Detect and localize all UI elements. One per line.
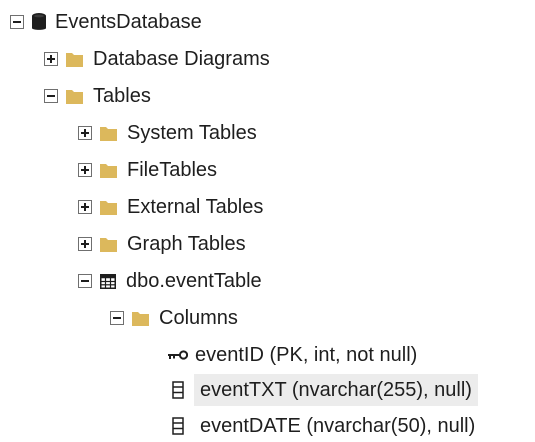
expand-toggle-database-diagrams[interactable]	[44, 52, 58, 66]
expand-toggle-system-tables[interactable]	[78, 126, 92, 140]
collapse-toggle-tables[interactable]	[44, 89, 58, 103]
tree-node-label: Database Diagrams	[93, 48, 270, 70]
tree-node-label: External Tables	[127, 196, 264, 218]
tree-node-database-diagrams[interactable]: Database Diagrams	[44, 43, 270, 75]
folder-icon	[100, 200, 117, 215]
expand-toggle-external-tables[interactable]	[78, 200, 92, 214]
table-icon	[100, 273, 116, 289]
tree-node-columns[interactable]: Columns	[110, 302, 238, 334]
tree-node-column-event-id[interactable]: eventID (PK, int, not null)	[166, 339, 417, 371]
tree-node-external-tables[interactable]: External Tables	[78, 191, 263, 223]
tree-node-file-tables[interactable]: FileTables	[78, 154, 217, 186]
tree-node-label: EventsDatabase	[55, 11, 202, 33]
column-icon	[172, 381, 184, 399]
folder-icon	[66, 52, 83, 67]
key-icon	[166, 349, 188, 361]
collapse-toggle-columns[interactable]	[110, 311, 124, 325]
tree-node-label: Graph Tables	[127, 233, 246, 255]
collapse-toggle-event-table[interactable]	[78, 274, 92, 288]
tree-node-label: Tables	[93, 85, 151, 107]
tree-node-tables[interactable]: Tables	[44, 80, 151, 112]
tree-node-system-tables[interactable]: System Tables	[78, 117, 257, 149]
expand-toggle-file-tables[interactable]	[78, 163, 92, 177]
tree-node-label: dbo.eventTable	[126, 270, 262, 292]
tree-node-column-event-txt[interactable]: eventTXT (nvarchar(255), null)	[172, 374, 478, 406]
column-icon	[172, 417, 184, 435]
tree-node-label: eventDATE (nvarchar(50), null)	[200, 415, 476, 437]
tree-node-label: Columns	[159, 307, 238, 329]
tree-node-events-database[interactable]: EventsDatabase	[10, 6, 202, 38]
folder-icon	[100, 126, 117, 141]
tree-node-event-table[interactable]: dbo.eventTable	[78, 265, 262, 297]
tree-node-label: System Tables	[127, 122, 257, 144]
object-explorer-tree: EventsDatabase Database Diagrams Tables …	[0, 0, 535, 441]
folder-icon	[100, 237, 117, 252]
expand-toggle-graph-tables[interactable]	[78, 237, 92, 251]
database-icon	[31, 12, 47, 32]
collapse-toggle-database[interactable]	[10, 15, 24, 29]
folder-icon	[132, 311, 149, 326]
tree-node-label: eventTXT (nvarchar(255), null)	[200, 379, 472, 401]
tree-node-column-event-date[interactable]: eventDATE (nvarchar(50), null)	[172, 410, 475, 442]
tree-node-label: eventID (PK, int, not null)	[195, 344, 418, 366]
tree-node-label: FileTables	[127, 159, 218, 181]
folder-icon	[100, 163, 117, 178]
folder-icon	[66, 89, 83, 104]
tree-node-graph-tables[interactable]: Graph Tables	[78, 228, 246, 260]
